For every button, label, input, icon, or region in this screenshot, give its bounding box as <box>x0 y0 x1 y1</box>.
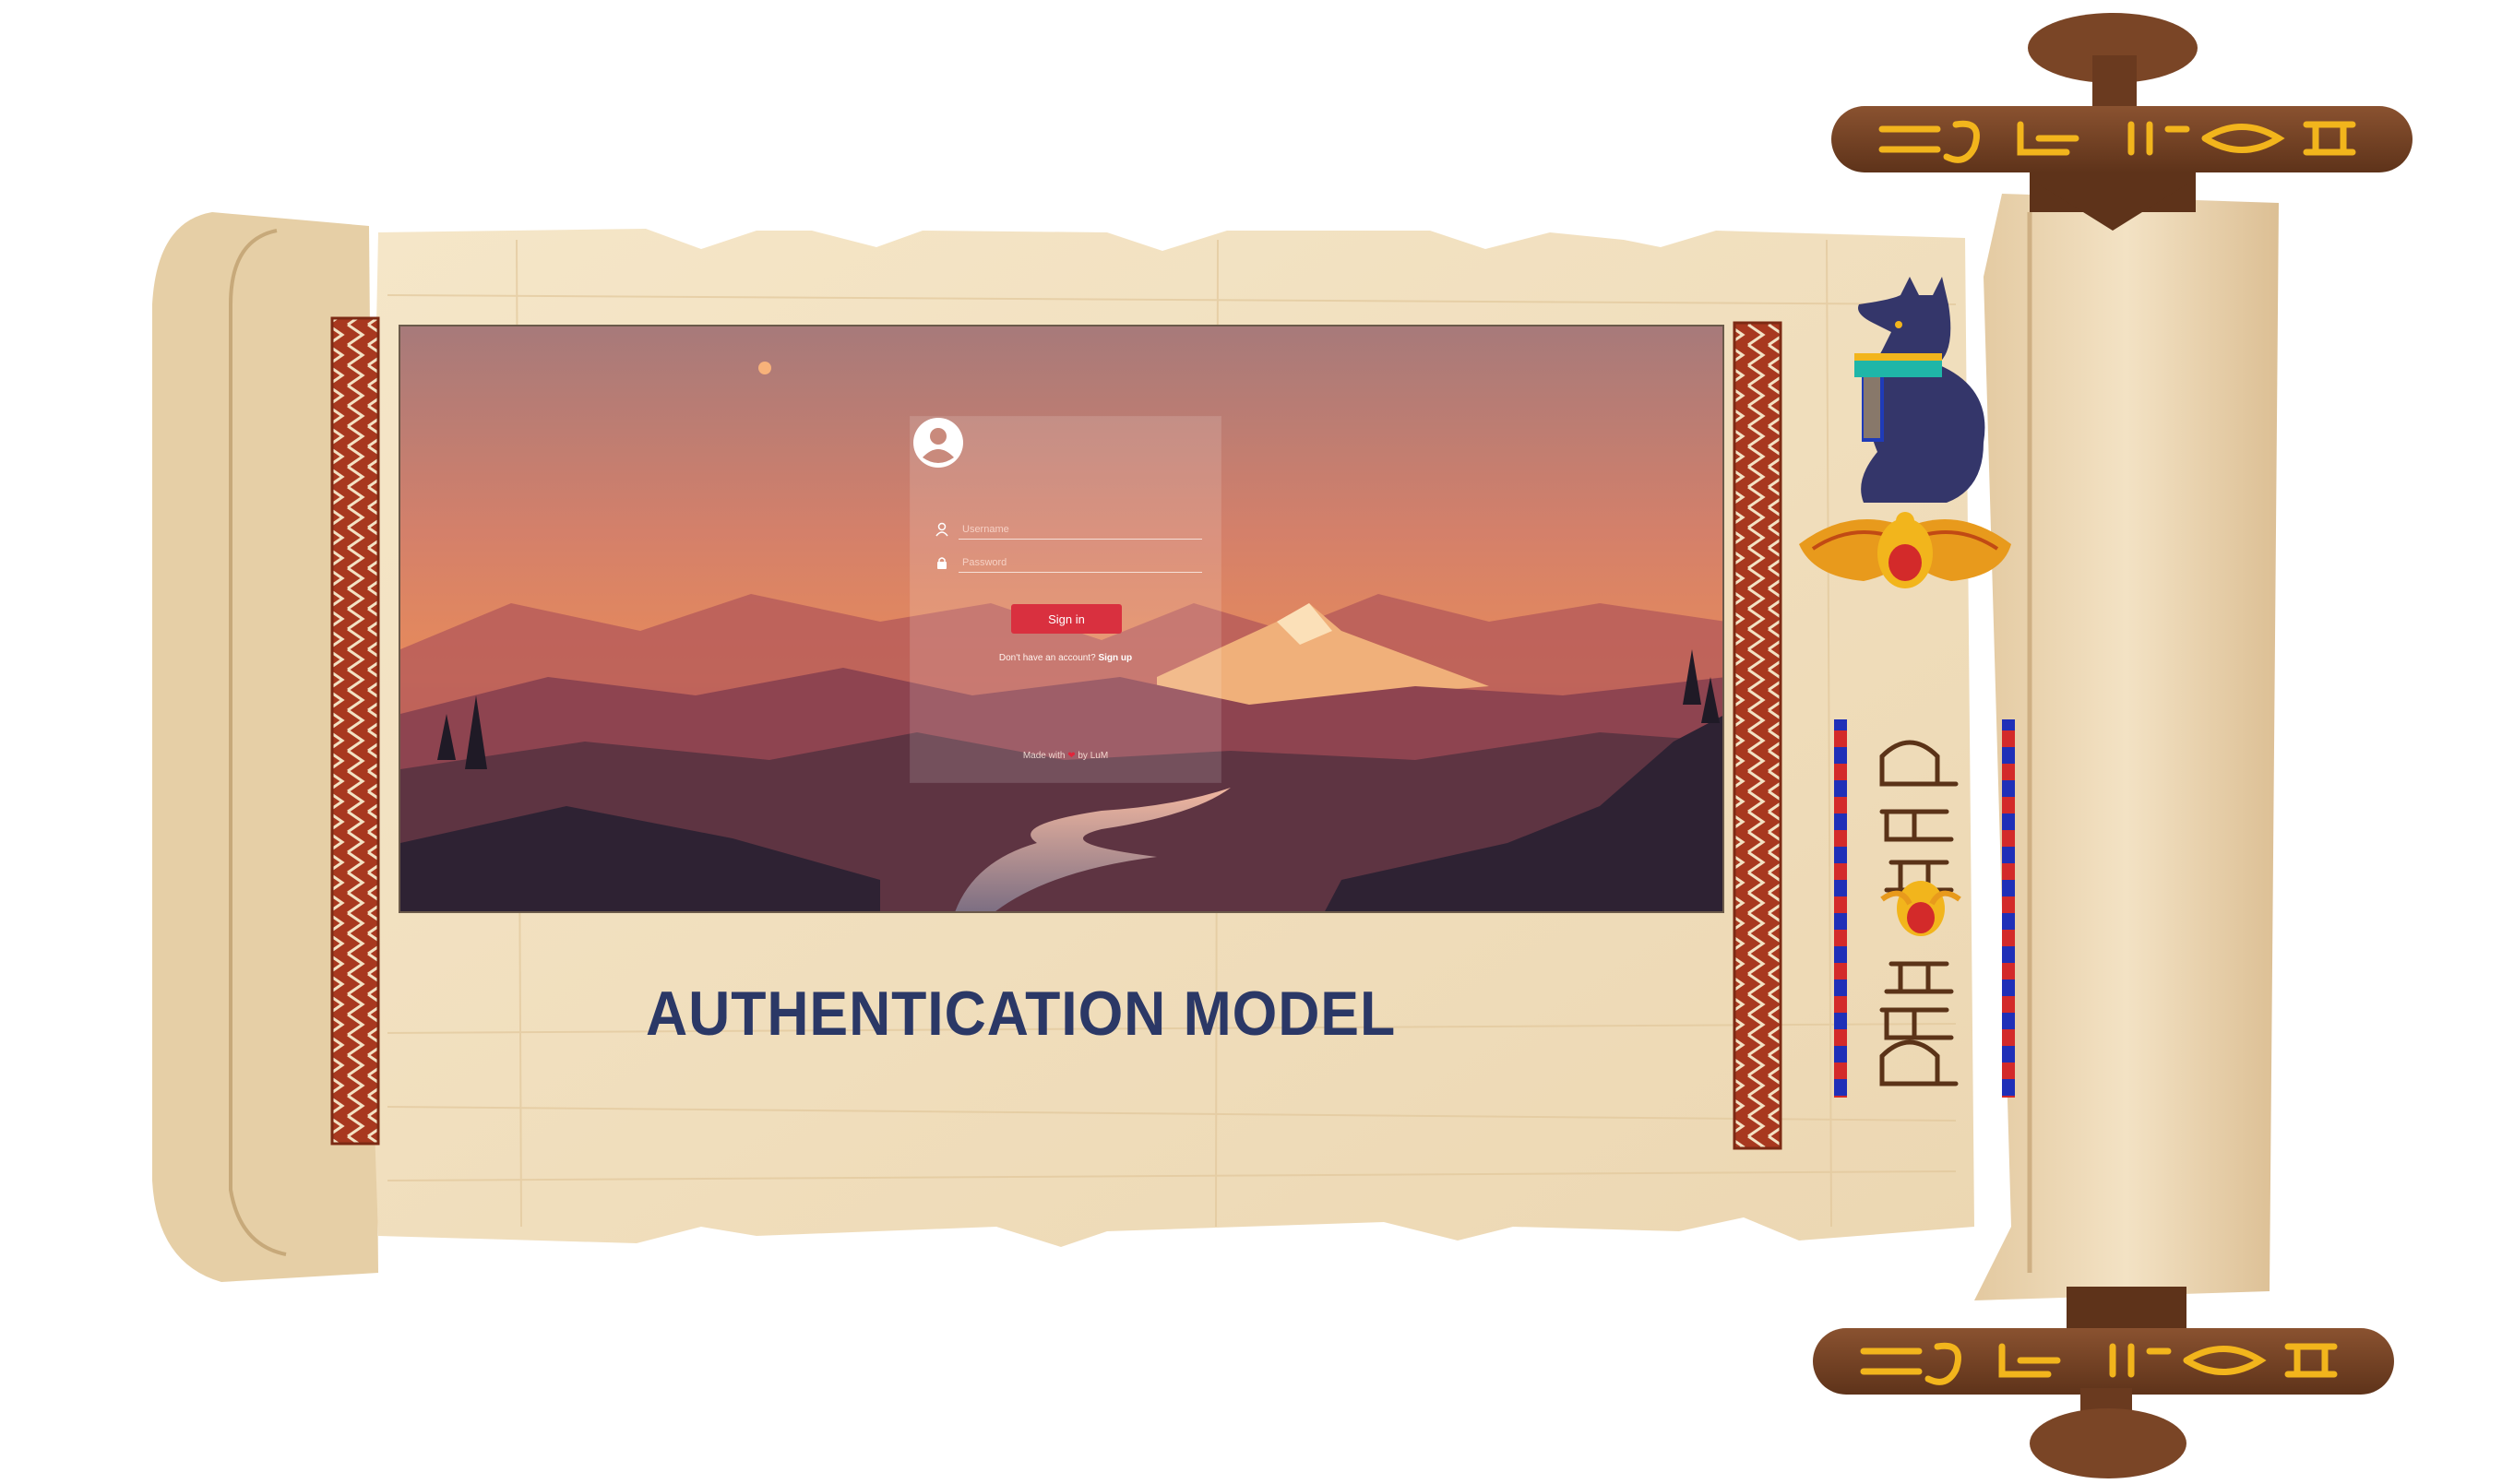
username-row <box>935 520 1202 540</box>
author-credit: by LuM <box>1078 751 1109 761</box>
password-input[interactable] <box>959 553 1202 573</box>
sign-up-link[interactable]: Sign up <box>1098 653 1132 663</box>
login-card: Sign in Don't have an account? Sign up M… <box>911 417 1221 782</box>
right-zigzag-border <box>1733 321 1782 1150</box>
sign-in-button[interactable]: Sign in <box>1011 604 1122 634</box>
heart-icon: ❤ <box>1067 751 1076 761</box>
no-account-text: Don't have an account? <box>998 653 1096 663</box>
user-icon <box>935 522 948 537</box>
right-scroll-roll <box>1974 194 2279 1300</box>
left-zigzag-border <box>330 316 380 1146</box>
user-avatar-icon <box>913 418 963 468</box>
bottom-scroll-rod <box>1813 1328 2394 1395</box>
footer-credit: Made with ❤ by LuM <box>911 751 1221 761</box>
slide-title: AUTHENTICATION MODEL <box>646 979 1397 1049</box>
right-cartouche-bar <box>2002 719 2015 1098</box>
signup-prompt: Don't have an account? Sign up <box>911 653 1221 663</box>
made-with-text: Made with <box>1022 751 1066 761</box>
left-cartouche-bar <box>1834 719 1847 1098</box>
username-input[interactable] <box>959 520 1202 540</box>
login-page-screenshot: Sign in Don't have an account? Sign up M… <box>399 325 1724 913</box>
lock-icon <box>937 557 947 569</box>
password-row <box>935 553 1202 574</box>
top-scroll-rod <box>1831 106 2413 172</box>
